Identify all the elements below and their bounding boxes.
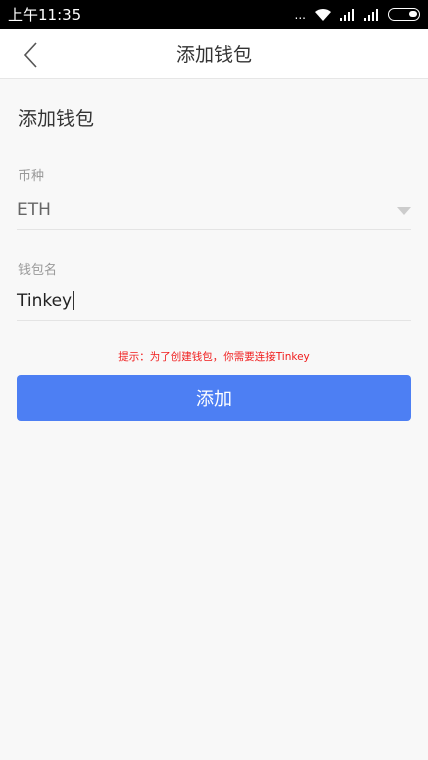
back-icon[interactable]	[20, 41, 42, 69]
status-icons: ...	[295, 8, 420, 22]
wallet-name-value: Tinkey	[17, 290, 73, 311]
currency-label: 币种	[18, 169, 45, 184]
dropdown-caret-icon	[397, 207, 411, 215]
wifi-icon	[315, 8, 331, 21]
signal-icon	[340, 8, 354, 21]
text-cursor	[73, 291, 75, 310]
wallet-name-input[interactable]: Tinkey	[17, 281, 411, 321]
currency-value: ETH	[17, 199, 51, 220]
signal-icon-2	[364, 8, 378, 21]
status-bar: 上午11:35 ...	[0, 0, 428, 29]
wallet-name-label: 钱包名	[18, 263, 58, 278]
currency-select[interactable]: ETH	[17, 190, 411, 230]
hint-text: 提示：为了创建钱包，你需要连接Tinkey	[118, 351, 310, 363]
add-button[interactable]: 添加	[17, 375, 411, 421]
page-title: 添加钱包	[175, 44, 252, 66]
status-time: 上午11:35	[8, 6, 82, 24]
nav-bar: 添加钱包	[0, 29, 428, 79]
form-heading: 添加钱包	[18, 108, 95, 130]
more-dots-icon: ...	[294, 7, 306, 22]
battery-icon	[388, 8, 420, 21]
